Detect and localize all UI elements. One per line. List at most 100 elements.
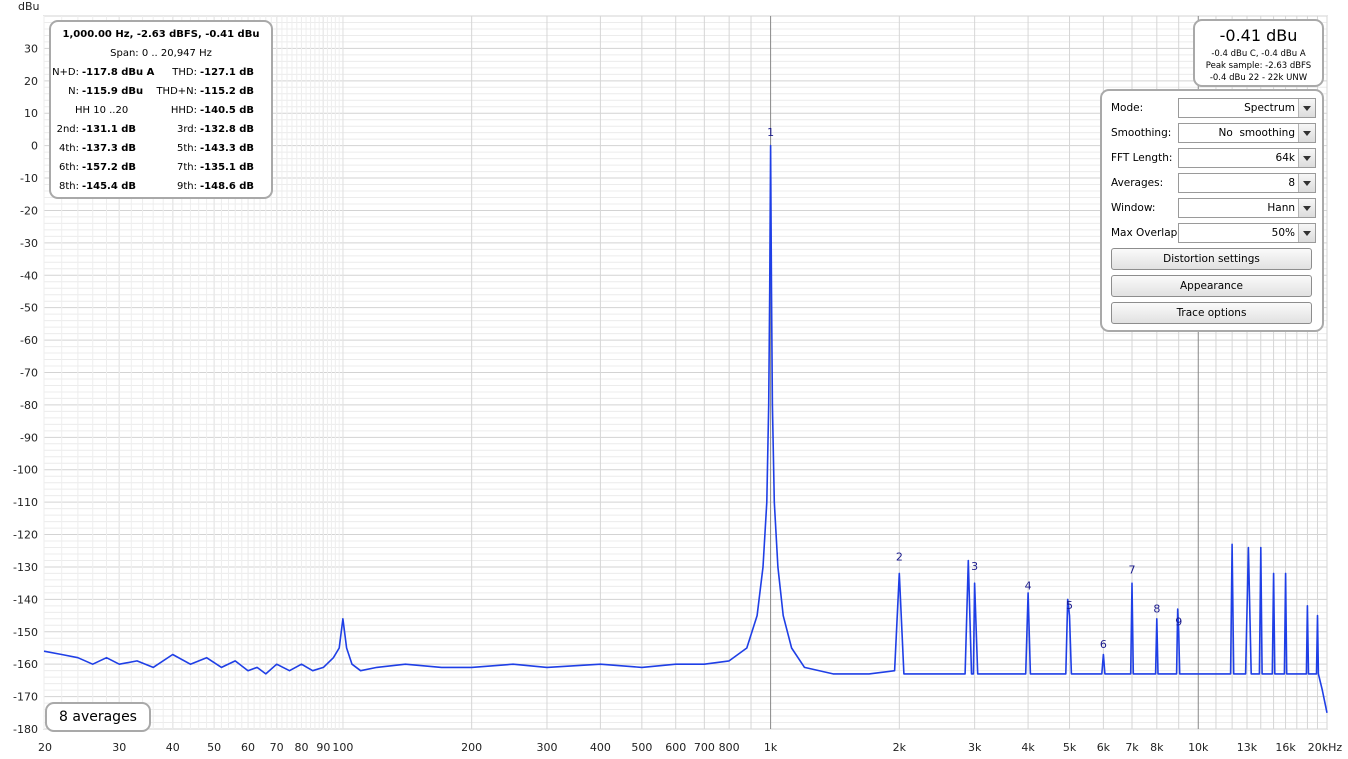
x-tick-label: 800: [719, 741, 740, 754]
mode-row: Mode: Spectrum: [1111, 98, 1316, 120]
x-tick-label: 20kHz: [1308, 741, 1343, 754]
mode-value: Spectrum: [1244, 102, 1295, 114]
stats-row: 2nd: -131.1 dB 3rd: -132.8 dB: [51, 124, 271, 138]
harmonic-label: 3: [971, 560, 978, 573]
y-tick-label: -20: [20, 204, 38, 217]
y-tick-label: -170: [13, 691, 38, 704]
stats-label: 4th:: [59, 143, 79, 154]
stats-value: -115.2 dB: [200, 86, 255, 97]
fft-length-label: FFT Length:: [1111, 152, 1173, 164]
stats-row: 6th: -157.2 dB 7th: -135.1 dB: [51, 162, 271, 176]
stats-label: 2nd:: [56, 124, 79, 135]
stats-label: 5th:: [177, 143, 197, 154]
window-label: Window:: [1111, 202, 1156, 214]
x-tick-label: 8k: [1150, 741, 1164, 754]
y-tick-label: -150: [13, 626, 38, 639]
fft-length-select[interactable]: 64k: [1178, 148, 1316, 168]
x-tick-label: 16k: [1275, 741, 1296, 754]
averages-value: 8: [1288, 177, 1295, 189]
y-tick-label: -110: [13, 496, 38, 509]
window-row: Window: Hann: [1111, 198, 1316, 220]
stats-label: THD+N:: [156, 86, 197, 97]
y-tick-label: -140: [13, 593, 38, 606]
harmonic-label: 9: [1175, 615, 1182, 628]
stats-value: -145.4 dB: [82, 181, 137, 192]
stats-value: -115.9 dBu: [82, 86, 144, 97]
stats-value: -117.8 dBu A: [82, 67, 155, 78]
smoothing-row: Smoothing: No smoothing: [1111, 123, 1316, 145]
x-tick-label: 200: [461, 741, 482, 754]
window-value: Hann: [1267, 202, 1295, 214]
stats-title: 1,000.00 Hz, -2.63 dBFS, -0.41 dBu: [62, 29, 260, 40]
chevron-down-icon[interactable]: [1298, 224, 1315, 242]
harmonic-label: 2: [896, 550, 903, 563]
averages-select[interactable]: 8: [1178, 173, 1316, 193]
y-tick-label: -40: [20, 269, 38, 282]
y-tick-label: -90: [20, 431, 38, 444]
averages-row: Averages: 8: [1111, 173, 1316, 195]
harmonic-label: 7: [1129, 563, 1136, 576]
chevron-down-icon[interactable]: [1298, 149, 1315, 167]
x-tick-label: 500: [631, 741, 652, 754]
y-tick-label: -10: [20, 172, 38, 185]
x-tick-label: 700: [694, 741, 715, 754]
max-overlap-label: Max Overlap:: [1111, 227, 1181, 239]
chevron-down-icon[interactable]: [1298, 124, 1315, 142]
chevron-down-icon[interactable]: [1298, 174, 1315, 192]
max-overlap-row: Max Overlap: 50%: [1111, 223, 1316, 245]
x-tick-label: 90: [316, 741, 330, 754]
harmonic-label: 6: [1100, 638, 1107, 651]
stats-label: N:: [68, 86, 79, 97]
stats-row: 4th: -137.3 dB 5th: -143.3 dB: [51, 143, 271, 157]
max-overlap-value: 50%: [1271, 227, 1295, 239]
level-main-value: -0.41 dBu: [1219, 26, 1298, 45]
window-select[interactable]: Hann: [1178, 198, 1316, 218]
harmonic-label: 5: [1066, 599, 1073, 612]
stats-row: N+D: -117.8 dBu A THD: -127.1 dB: [51, 67, 271, 81]
smoothing-label: Smoothing:: [1111, 127, 1172, 139]
harmonic-label: 1: [767, 126, 774, 139]
x-tick-label: 20: [38, 741, 52, 754]
chevron-down-icon[interactable]: [1298, 99, 1315, 117]
x-tick-label: 100: [332, 741, 353, 754]
y-tick-label: -30: [20, 237, 38, 250]
y-tick-label: -50: [20, 302, 38, 315]
x-tick-label: 50: [207, 741, 221, 754]
level-weighted-line: -0.4 dBu C, -0.4 dBu A: [1211, 49, 1306, 59]
stats-label: N+D:: [52, 67, 79, 78]
stats-value: -127.1 dB: [200, 67, 255, 78]
stats-label: THD:: [172, 67, 197, 78]
smoothing-select[interactable]: No smoothing: [1178, 123, 1316, 143]
averages-label: Averages:: [1111, 177, 1164, 189]
mode-select[interactable]: Spectrum: [1178, 98, 1316, 118]
y-tick-label: 20: [24, 75, 38, 88]
chevron-down-icon[interactable]: [1298, 199, 1315, 217]
distortion-settings-button[interactable]: Distortion settings: [1111, 248, 1312, 270]
stats-value: -131.1 dB: [82, 124, 137, 135]
harmonic-label: 4: [1025, 580, 1032, 593]
x-tick-label: 40: [166, 741, 180, 754]
max-overlap-select[interactable]: 50%: [1178, 223, 1316, 243]
x-tick-label: 600: [665, 741, 686, 754]
level-readout-panel: -0.41 dBu -0.4 dBu C, -0.4 dBu A Peak sa…: [1193, 19, 1324, 87]
harmonic-label: 8: [1153, 602, 1160, 615]
fft-length-value: 64k: [1275, 152, 1295, 164]
y-axis-label: dBu: [18, 0, 40, 13]
smoothing-value: No smoothing: [1218, 127, 1295, 139]
x-tick-label: 1k: [764, 741, 778, 754]
y-tick-label: -70: [20, 367, 38, 380]
mode-label: Mode:: [1111, 102, 1144, 114]
y-tick-label: -130: [13, 561, 38, 574]
trace-options-button[interactable]: Trace options: [1111, 302, 1312, 324]
stats-value: -132.8 dB: [200, 124, 255, 135]
y-tick-label: -80: [20, 399, 38, 412]
distortion-stats-panel: 1,000.00 Hz, -2.63 dBFS, -0.41 dBu Span:…: [49, 20, 273, 199]
y-tick-label: -180: [13, 723, 38, 736]
stats-row: 8th: -145.4 dB 9th: -148.6 dB: [51, 181, 271, 195]
x-tick-label: 2k: [893, 741, 907, 754]
stats-label: HHD:: [170, 105, 197, 116]
stats-value: -140.5 dB: [200, 105, 255, 116]
appearance-button[interactable]: Appearance: [1111, 275, 1312, 297]
x-tick-label: 13k: [1237, 741, 1258, 754]
stats-label: 9th:: [177, 181, 197, 192]
